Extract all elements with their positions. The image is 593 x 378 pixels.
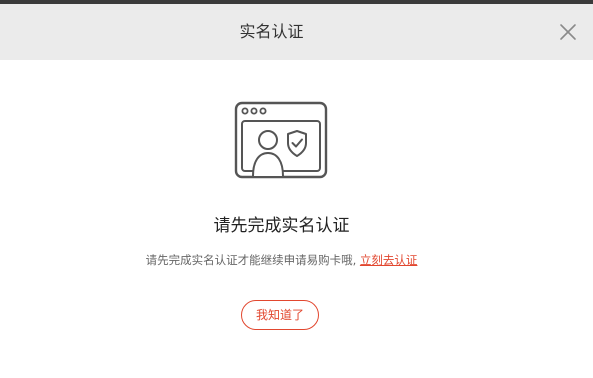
dialog-title: 实名认证 [239,22,304,41]
verify-now-link[interactable]: 立刻去认证 [360,253,418,267]
close-button[interactable] [557,21,579,43]
identity-verification-icon [234,101,328,179]
got-it-button[interactable]: 我知道了 [241,300,319,330]
description-text: 请先完成实名认证才能继续申请易购卡哦, [145,253,357,267]
verification-heading: 请先完成实名认证 [213,216,350,236]
close-icon [560,24,576,40]
dialog-header: 实名认证 [0,4,593,60]
verification-dialog: 实名认证 请先完成实名认证 请先完成实名认证才能继续申请易购卡哦, 立刻去认证 … [0,0,593,378]
dialog-body: 请先完成实名认证 请先完成实名认证才能继续申请易购卡哦, 立刻去认证 我知道了 [0,60,593,378]
verification-description: 请先完成实名认证才能继续申请易购卡哦, 立刻去认证 [0,251,563,269]
